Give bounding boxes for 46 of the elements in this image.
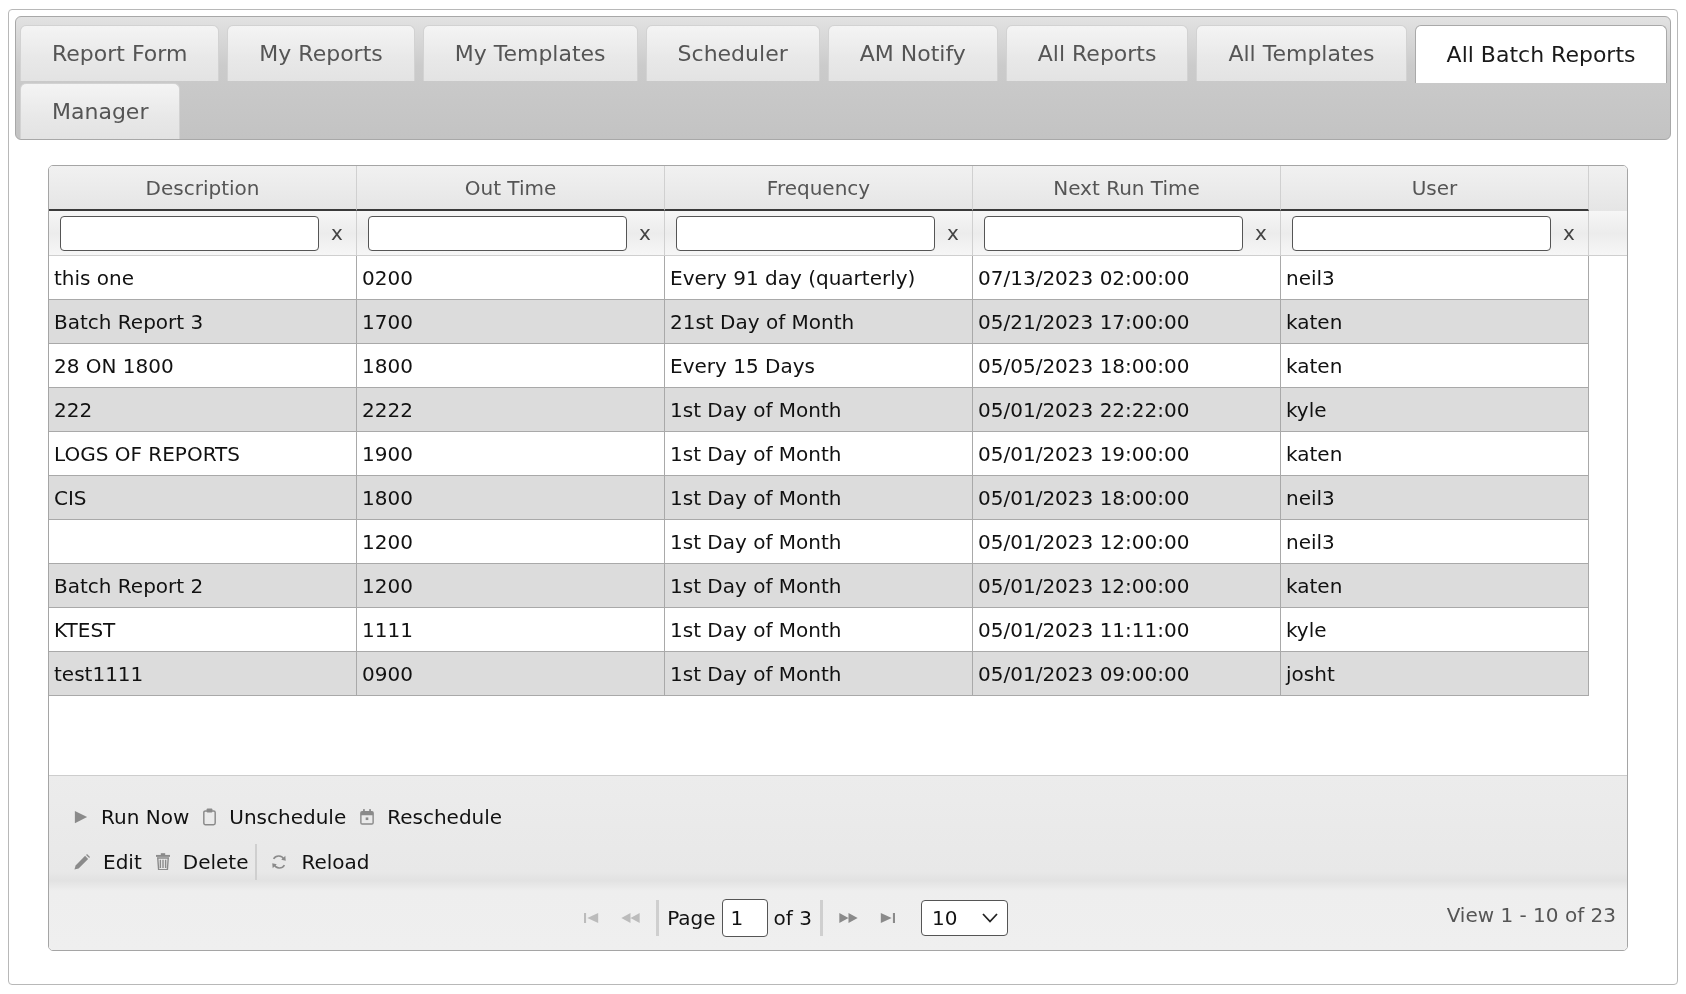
calendar-icon	[360, 808, 375, 825]
unschedule-button[interactable]: Unschedule	[200, 802, 350, 831]
delete-button[interactable]: Delete	[152, 847, 252, 876]
page-number-input[interactable]: 1	[721, 899, 768, 937]
tab[interactable]: All Batch Reports	[1414, 25, 1668, 83]
play-icon	[74, 809, 88, 824]
reload-icon	[270, 852, 289, 871]
pencil-icon	[74, 853, 90, 870]
table-cell: 05/01/2023 09:00:00	[973, 652, 1281, 696]
clear-filter-button[interactable]: x	[329, 221, 345, 245]
filter-input[interactable]	[676, 215, 935, 251]
tab[interactable]: Manager	[20, 83, 181, 139]
edit-button[interactable]: Edit	[71, 847, 145, 876]
table-cell: test1111	[49, 652, 357, 696]
clear-filter-button[interactable]: x	[1253, 221, 1269, 245]
skip-start-icon	[584, 913, 600, 923]
rows-per-page-select[interactable]: 10	[920, 900, 1008, 936]
tab[interactable]: AM Notify	[827, 25, 998, 81]
double-arrow-right-icon	[838, 913, 858, 923]
tab[interactable]: Report Form	[20, 25, 220, 81]
tab[interactable]: My Templates	[422, 25, 638, 81]
page-total-label: of 3	[773, 906, 812, 930]
clear-filter-button[interactable]: x	[637, 221, 653, 245]
page-label: Page	[667, 906, 716, 930]
reload-button[interactable]: Reload	[267, 847, 373, 876]
run-now-button[interactable]: Run Now	[71, 802, 193, 831]
clear-filter-button[interactable]: x	[945, 221, 961, 245]
skip-end-icon	[879, 913, 895, 923]
table-cell: 0900	[357, 652, 665, 696]
tab[interactable]: All Reports	[1005, 25, 1189, 81]
double-arrow-left-icon	[621, 913, 641, 923]
records-summary: View 1 - 10 of 23	[1446, 903, 1617, 927]
clipboard-icon	[203, 807, 217, 826]
tab[interactable]: Scheduler	[645, 25, 820, 81]
filter-input[interactable]	[60, 215, 319, 251]
trash-icon	[155, 853, 170, 870]
tab[interactable]: My Reports	[227, 25, 415, 81]
caret-icon	[981, 913, 998, 923]
table-cell: josht	[1281, 652, 1589, 696]
filter-input[interactable]	[368, 215, 627, 251]
tab[interactable]: All Templates	[1196, 25, 1407, 81]
reschedule-button[interactable]: Reschedule	[357, 802, 506, 831]
clear-filter-button[interactable]: x	[1561, 221, 1577, 245]
table-cell: 1st Day of Month	[665, 652, 973, 696]
filter-input[interactable]	[1292, 215, 1551, 251]
filter-input[interactable]	[984, 215, 1243, 251]
